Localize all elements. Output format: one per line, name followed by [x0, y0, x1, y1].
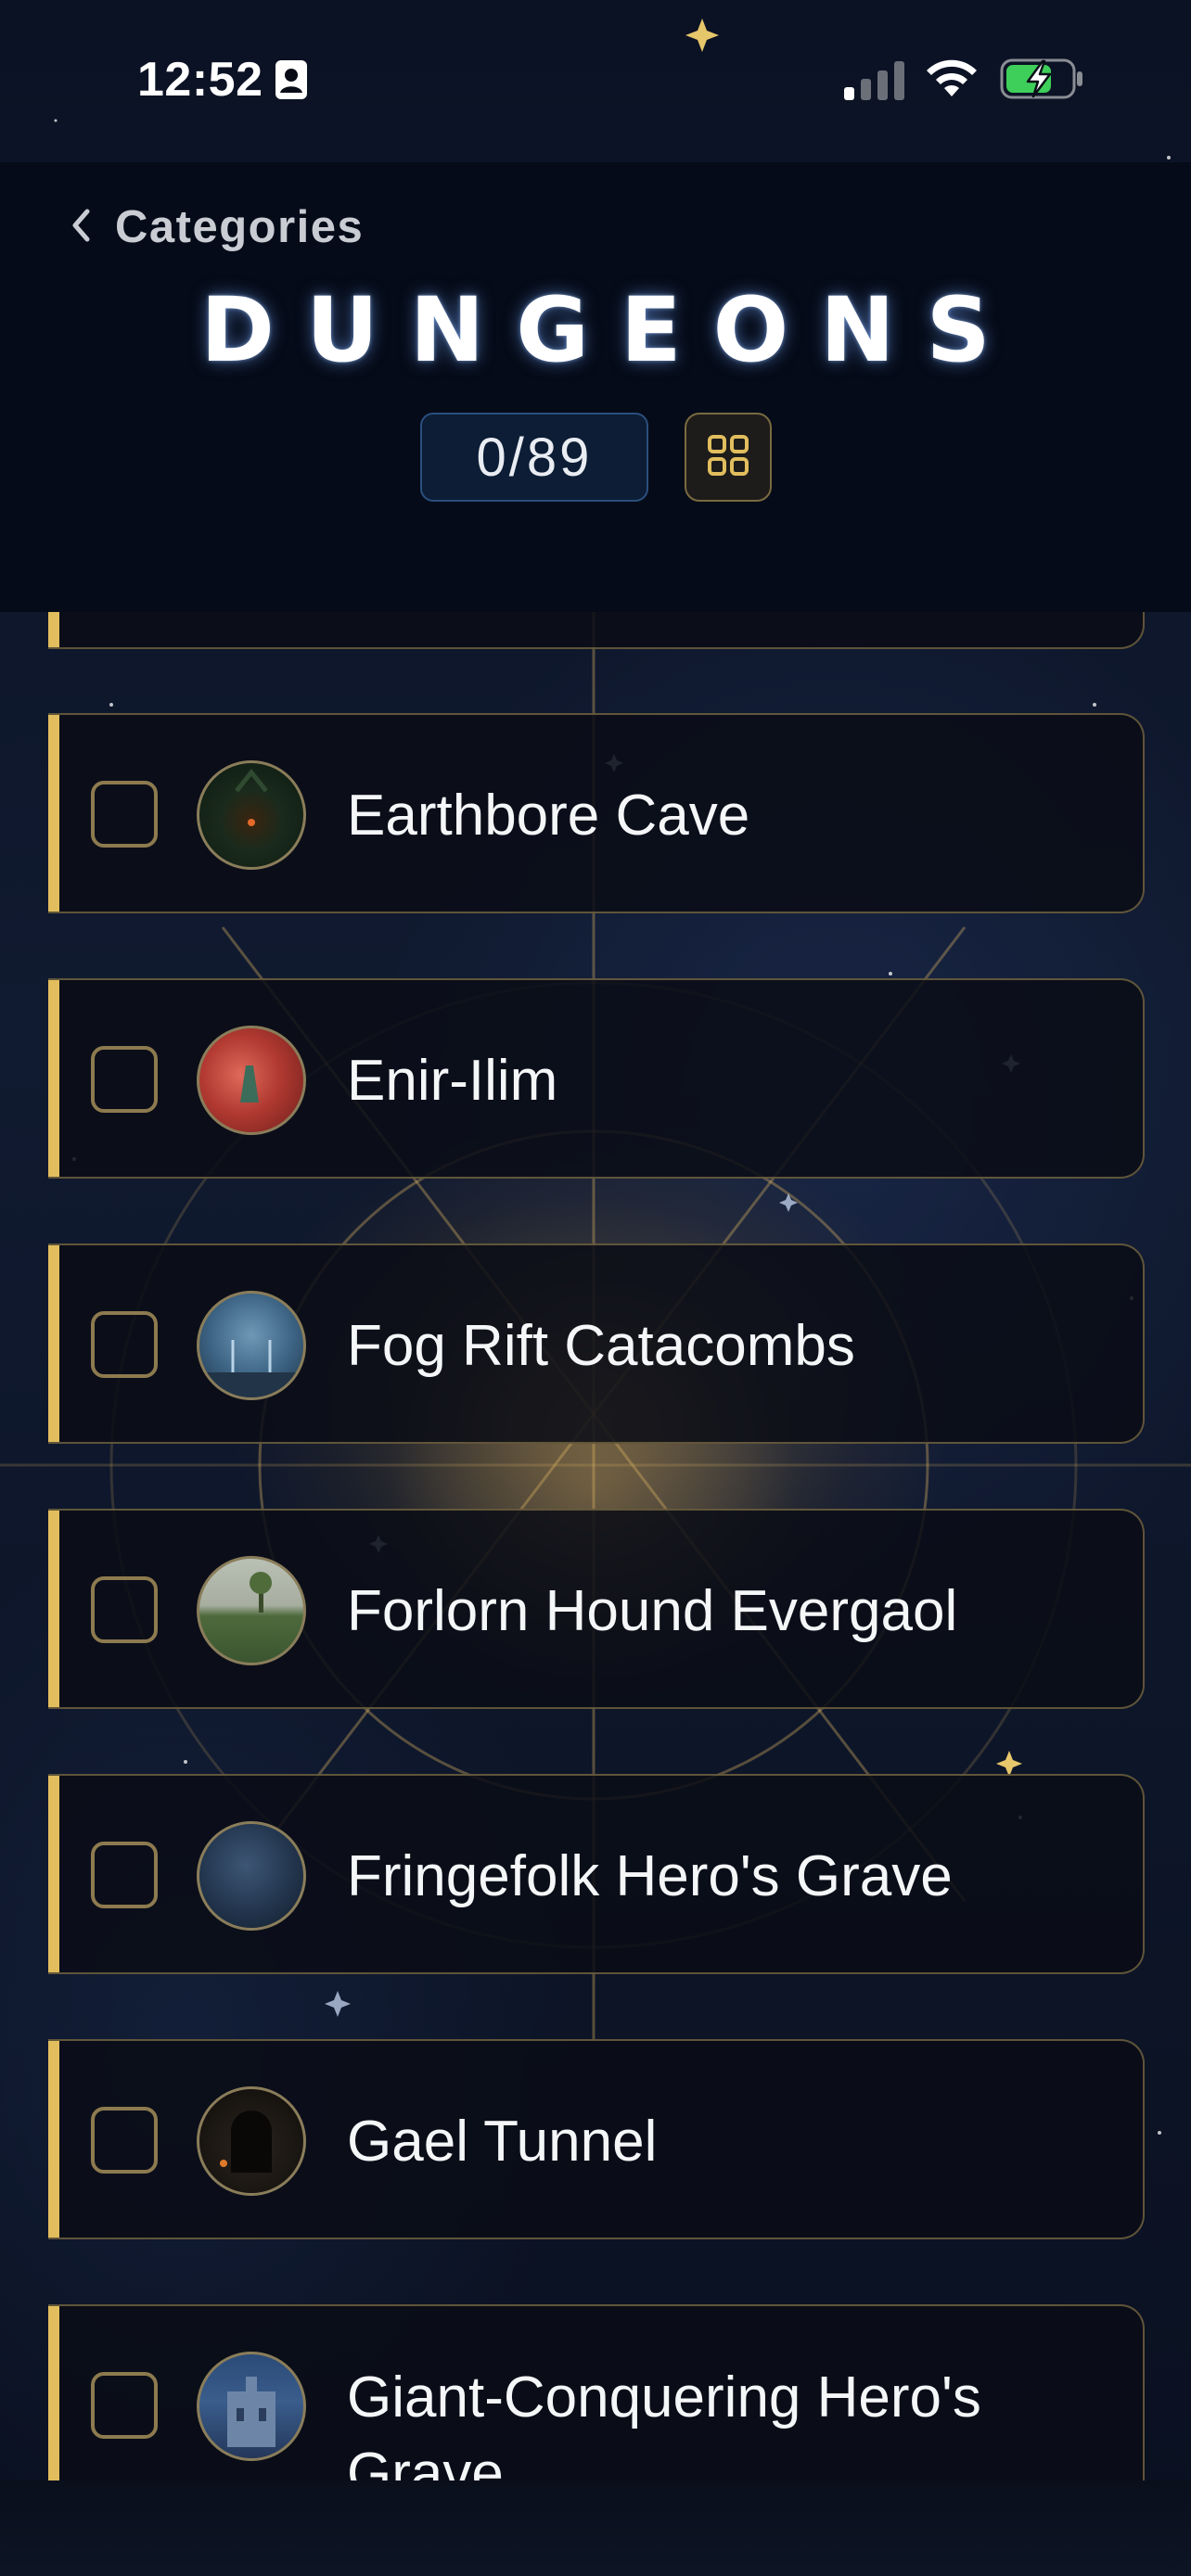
- dungeon-thumbnail: [197, 1556, 306, 1665]
- list-item[interactable]: Giant-Conquering Hero's Grave: [48, 2304, 1145, 2480]
- dungeon-thumbnail: [197, 1026, 306, 1135]
- dungeon-thumbnail: [197, 2352, 306, 2461]
- grid-icon: [707, 434, 749, 481]
- dungeon-list[interactable]: Earthbore Cave Enir-Ilim Fog Rift Cataco…: [0, 612, 1191, 2480]
- page-header: Categories DUNGEONS 0/89: [0, 162, 1191, 612]
- checkbox[interactable]: [91, 2372, 158, 2439]
- dungeon-thumbnail: [197, 2086, 306, 2196]
- card-accent: [48, 1776, 59, 1972]
- back-label: Categories: [115, 202, 365, 252]
- card-accent: [48, 1511, 59, 1707]
- item-name: Fog Rift Catacombs: [347, 1313, 855, 1378]
- card-accent: [48, 2041, 59, 2238]
- list-item[interactable]: Forlorn Hound Evergaol: [48, 1509, 1145, 1709]
- item-name: Forlorn Hound Evergaol: [347, 1578, 958, 1643]
- checkbox[interactable]: [91, 1842, 158, 1908]
- status-bar: 12:52: [0, 0, 1191, 162]
- list-item[interactable]: Earthbore Cave: [48, 713, 1145, 913]
- page-title: DUNGEONS: [200, 278, 1022, 382]
- battery-charging-icon: [1000, 57, 1085, 105]
- dungeon-thumbnail: [197, 1291, 306, 1400]
- list-item[interactable]: Fog Rift Catacombs: [48, 1243, 1145, 1444]
- checkbox[interactable]: [91, 2107, 158, 2174]
- item-name: Enir-Ilim: [347, 1048, 558, 1113]
- card-accent: [48, 612, 59, 647]
- card-accent: [48, 715, 59, 912]
- checkbox[interactable]: [91, 1576, 158, 1643]
- checkbox[interactable]: [91, 781, 158, 848]
- dungeon-thumbnail: [197, 1821, 306, 1931]
- card-accent: [48, 1245, 59, 1442]
- list-item[interactable]: Enir-Ilim: [48, 978, 1145, 1179]
- chevron-left-icon: [70, 201, 91, 253]
- progress-counter: 0/89: [420, 413, 648, 502]
- back-button[interactable]: Categories: [70, 199, 364, 255]
- dungeon-thumbnail: [197, 760, 306, 870]
- list-item[interactable]: Gael Tunnel: [48, 2039, 1145, 2239]
- bottom-bar: [0, 2480, 1191, 2576]
- list-item[interactable]: Fringefolk Hero's Grave: [48, 1774, 1145, 1974]
- list-item-partial[interactable]: [48, 612, 1145, 649]
- cellular-signal-icon: [844, 61, 905, 105]
- checkbox[interactable]: [91, 1311, 158, 1378]
- wifi-icon: [924, 57, 980, 103]
- status-time: 12:52: [137, 53, 263, 107]
- item-name: Gael Tunnel: [347, 2109, 658, 2174]
- checkbox[interactable]: [91, 1046, 158, 1113]
- grid-view-button[interactable]: [685, 413, 772, 502]
- card-accent: [48, 2306, 59, 2480]
- contact-card-icon: [275, 59, 308, 105]
- item-name: Earthbore Cave: [347, 783, 750, 848]
- card-accent: [48, 980, 59, 1177]
- item-name: Giant-Conquering Hero's Grave: [347, 2366, 981, 2480]
- item-name: Fringefolk Hero's Grave: [347, 1843, 953, 1908]
